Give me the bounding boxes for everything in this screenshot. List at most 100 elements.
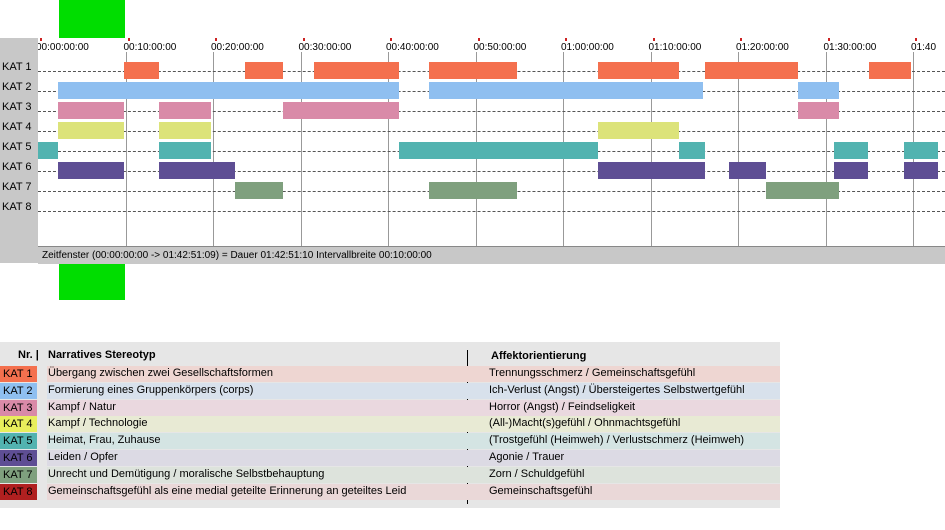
header-stereotyp: Narratives Stereotyp — [48, 349, 156, 361]
category-row-label: KAT 4 — [2, 121, 32, 133]
category-segment[interactable] — [58, 102, 124, 119]
category-segment[interactable] — [158, 142, 212, 159]
category-segment[interactable] — [158, 162, 235, 179]
category-segment[interactable] — [123, 62, 159, 79]
category-segment[interactable] — [766, 182, 839, 199]
category-row-label: KAT 2 — [2, 81, 32, 93]
legend-row: KAT 6 Leiden / Opfer Agonie / Trauer — [0, 450, 780, 466]
stereotyp-text: Formierung eines Gruppenkörpers (corps) — [48, 383, 254, 396]
category-segment[interactable] — [158, 122, 212, 139]
category-row-label: KAT 3 — [2, 101, 32, 113]
stereotyp-text: Heimat, Frau, Zuhause — [48, 434, 161, 447]
category-segment[interactable] — [58, 162, 124, 179]
category-segment[interactable] — [399, 142, 598, 159]
category-segment[interactable] — [904, 142, 938, 159]
affekt-text: (All-)Macht(s)gefühl / Ohnmachtsgefühl — [489, 417, 681, 430]
category-segment[interactable] — [598, 162, 705, 179]
category-row-label: KAT 6 — [2, 161, 32, 173]
legend-row: KAT 8 Gemeinschaftsgefühl als eine medial… — [0, 483, 780, 500]
stereotyp-text: Kampf / Technologie — [48, 417, 148, 430]
time-tick-mark — [915, 38, 917, 41]
time-tick-label: 01:10:00:00 — [648, 42, 702, 53]
category-badge: KAT 8 — [0, 483, 37, 500]
category-segment[interactable] — [429, 82, 703, 99]
timeline-panel: KAT 1 KAT 2 KAT 3 KAT 4 KAT 5 KAT 6 KAT 7 KAT 8… — [0, 38, 945, 264]
category-badge: KAT 6 — [0, 450, 37, 466]
category-segment[interactable] — [429, 62, 517, 79]
time-tick-label: 00:20:00:00 — [211, 42, 264, 53]
time-tick-mark — [390, 38, 392, 41]
affekt-text: Agonie / Trauer — [489, 451, 565, 463]
time-tick-label: 00:30:00:00 — [298, 42, 352, 53]
affekt-text: Trennungsschmerz / Gemeinschaftsgefühl — [489, 367, 696, 379]
category-segment[interactable] — [834, 162, 868, 179]
category-segment[interactable] — [797, 82, 839, 99]
legend-row: KAT 3 Kampf / Natur Horror (Angst) / Feind… — [0, 399, 780, 416]
category-segment[interactable] — [904, 162, 938, 179]
time-tick-label: 00:50:00:00 — [473, 42, 527, 53]
time-tick-label: 01:40 — [911, 42, 937, 53]
category-segment[interactable] — [245, 62, 283, 79]
time-window-status: Zeitfenster (00:00:00:00 -> 01:42:51:09)… — [42, 250, 432, 261]
playhead-marker-top[interactable] — [59, 0, 125, 38]
category-segment[interactable] — [797, 102, 839, 119]
category-row-label: KAT 7 — [2, 181, 32, 193]
category-segment[interactable] — [704, 62, 798, 79]
category-badge: KAT 4 — [0, 416, 37, 433]
category-badge: KAT 2 — [0, 382, 37, 399]
category-badge: KAT 5 — [0, 433, 37, 450]
category-badge: KAT 7 — [0, 466, 37, 483]
time-tick-label: 00:00:00:00 — [38, 42, 89, 53]
category-row-label: KAT 5 — [2, 141, 32, 153]
category-segment[interactable] — [38, 142, 59, 159]
time-tick-mark — [827, 38, 830, 41]
category-segment[interactable] — [58, 82, 400, 99]
legend-table: Nr. | Narratives Stereotyp Affektorienti… — [0, 342, 780, 508]
legend-row: KAT 2 Formierung eines Gruppenkörpers (co… — [0, 382, 780, 399]
affekt-text: Ich-Verlust (Angst) / Übersteigertes Sel… — [489, 383, 745, 396]
time-tick-mark — [302, 38, 305, 41]
category-segment[interactable] — [283, 102, 400, 119]
time-tick-mark — [477, 38, 480, 41]
time-tick-mark — [127, 38, 130, 41]
status-bar: Zeitfenster (00:00:00:00 -> 01:42:51:09)… — [38, 246, 945, 264]
header-affekt: Affektorientierung — [491, 350, 587, 362]
category-segment[interactable] — [598, 122, 679, 139]
category-segment[interactable] — [678, 142, 705, 159]
category-segment[interactable] — [158, 102, 212, 119]
category-segment[interactable] — [729, 162, 766, 179]
time-tick-label: 01:00:00:00 — [561, 42, 614, 53]
category-segment[interactable] — [58, 122, 124, 139]
timeline-plot[interactable]: 00:00:00:00 00:10:00:00 00:20:00:00 00:30:0… — [38, 38, 945, 246]
affekt-text: Horror (Angst) / Feindseligkeit — [489, 400, 636, 413]
stereotyp-text: Gemeinschaftsgefühl als eine medial gete… — [48, 484, 407, 497]
legend-row-background — [47, 450, 780, 466]
time-ruler[interactable]: 00:00:00:00 00:10:00:00 00:20:00:00 00:30:0… — [38, 38, 945, 58]
time-tick-label: 00:10:00:00 — [123, 42, 177, 53]
time-tick-label: 00:40:00:00 — [386, 42, 439, 53]
category-row-label: KAT 8 — [2, 201, 32, 213]
stereotyp-text: Unrecht und Demütigung / moralische Selb… — [48, 467, 325, 480]
affekt-text: Gemeinschaftsgefühl — [489, 484, 593, 497]
time-tick-mark — [740, 38, 742, 41]
category-segment[interactable] — [834, 142, 868, 159]
stereotyp-text: Kampf / Natur — [48, 400, 116, 413]
legend-row: KAT 1 Übergang zwischen zwei Gesellschaft… — [0, 366, 780, 382]
playhead-marker-bottom[interactable] — [59, 263, 125, 300]
category-segment[interactable] — [598, 62, 679, 79]
category-row-label: KAT 1 — [2, 61, 32, 73]
legend-row: KAT 4 Kampf / Technologie (All-)Macht(s)ge… — [0, 416, 780, 433]
category-segment[interactable] — [429, 182, 517, 199]
category-segment[interactable] — [313, 62, 400, 79]
interval-gridline — [738, 52, 739, 246]
legend-row: KAT 5 Heimat, Frau, Zuhause (Trostgefühl (… — [0, 433, 780, 450]
category-badge: KAT 1 — [0, 366, 37, 382]
time-tick-label: 01:30:00:00 — [823, 42, 877, 53]
affekt-text: Zorn / Schuldgefühl — [489, 467, 585, 480]
category-badge: KAT 3 — [0, 399, 37, 416]
time-tick-mark — [40, 38, 42, 41]
category-segment[interactable] — [234, 182, 283, 199]
legend-row-background — [47, 399, 780, 416]
category-segment[interactable] — [869, 62, 912, 79]
time-tick-mark — [565, 38, 567, 41]
